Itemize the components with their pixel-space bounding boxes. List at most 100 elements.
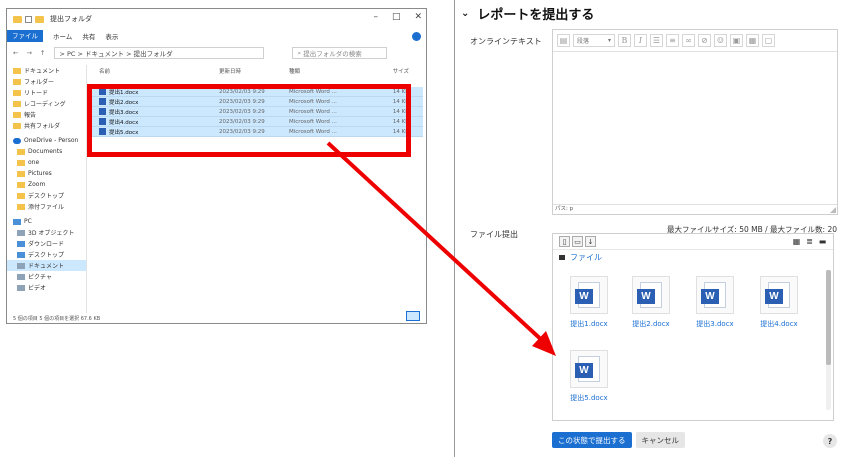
image-icon[interactable]: ▣ bbox=[730, 34, 743, 47]
file-tile[interactable]: W 提出4.docx bbox=[751, 276, 807, 329]
numbered-list-icon[interactable]: ≡ bbox=[666, 34, 679, 47]
file-row[interactable]: 提出5.docx 2023/02/03 9:29 Microsoft Word … bbox=[91, 127, 423, 137]
minimize-button[interactable]: – bbox=[373, 12, 378, 22]
cancel-button[interactable]: キャンセル bbox=[635, 432, 685, 448]
file-tile[interactable]: W 提出1.docx bbox=[561, 276, 617, 329]
file-name: 提出2.docx bbox=[109, 99, 139, 106]
tab-view[interactable]: 表示 bbox=[105, 31, 118, 41]
file-name[interactable]: 提出3.docx bbox=[696, 319, 733, 329]
navigation-arrows[interactable]: ← → ↑ bbox=[13, 49, 48, 57]
sidebar-item-pictures[interactable]: Pictures bbox=[7, 168, 86, 179]
maximize-button[interactable]: □ bbox=[392, 12, 401, 22]
file-picker-path[interactable]: ファイル bbox=[553, 250, 833, 264]
file-tile[interactable]: W 提出5.docx bbox=[561, 350, 617, 403]
sidebar-item-shared[interactable]: 共有フォルダ bbox=[7, 120, 86, 131]
file-tile[interactable]: W 提出2.docx bbox=[623, 276, 679, 329]
sidebar-item-3d-objects[interactable]: 3D オブジェクト bbox=[7, 227, 86, 238]
bold-button[interactable]: B bbox=[618, 34, 631, 47]
file-name[interactable]: 提出4.docx bbox=[760, 319, 797, 329]
file-manager-icon[interactable]: ▢ bbox=[762, 34, 775, 47]
file-size: 14 KB bbox=[392, 118, 409, 125]
sidebar-item-attachments[interactable]: 添付ファイル bbox=[7, 201, 86, 212]
sidebar-item-label: Zoom bbox=[28, 181, 46, 188]
new-folder-icon[interactable] bbox=[35, 15, 44, 23]
sidebar-item-label: PC bbox=[24, 218, 32, 225]
file-date: 2023/02/03 9:29 bbox=[219, 128, 265, 135]
online-text-editor[interactable]: ▤ 段落 ▾ B I ☰ ≡ ∞ ⊘ ☺ ▣ ▦ ▢ パス: p bbox=[552, 29, 838, 215]
tree-view-icon[interactable]: ▬ bbox=[818, 237, 827, 246]
file-name: 提出4.docx bbox=[109, 119, 139, 126]
file-name[interactable]: 提出1.docx bbox=[570, 319, 607, 329]
sidebar-item-desktop[interactable]: デスクトップ bbox=[7, 249, 86, 260]
tab-home[interactable]: ホーム bbox=[53, 31, 72, 41]
sidebar-item-recording[interactable]: レコーディング bbox=[7, 98, 86, 109]
sidebar-item-pictures-pc[interactable]: ピクチャ bbox=[7, 271, 86, 282]
column-header-date[interactable]: 更新日時 bbox=[219, 67, 289, 75]
file-row[interactable]: 提出1.docx 2023/02/03 9:29 Microsoft Word … bbox=[91, 87, 423, 97]
window-controls: – □ ✕ bbox=[373, 12, 422, 22]
cube-icon bbox=[17, 229, 25, 236]
add-file-icon[interactable]: ▯ bbox=[559, 236, 570, 247]
list-view-icon[interactable]: ≣ bbox=[805, 237, 814, 246]
sidebar-item-pc[interactable]: PC bbox=[7, 216, 86, 227]
file-date: 2023/02/03 9:29 bbox=[219, 98, 265, 105]
section-header[interactable]: ⌄ レポートを提出する bbox=[461, 4, 594, 23]
search-input[interactable]: ⌕ 提出フォルダの検索 bbox=[292, 47, 388, 59]
sidebar-item-reload[interactable]: リトード bbox=[7, 87, 86, 98]
icon-view-icon[interactable]: ▦ bbox=[792, 237, 801, 246]
scrollbar-thumb[interactable] bbox=[826, 270, 831, 365]
link-icon[interactable]: ∞ bbox=[682, 34, 695, 47]
sidebar-item-pc-documents[interactable]: ドキュメント bbox=[7, 260, 86, 271]
tab-file[interactable]: ファイル bbox=[7, 30, 43, 42]
help-icon[interactable] bbox=[412, 32, 421, 41]
italic-button[interactable]: I bbox=[634, 34, 647, 47]
column-header-name[interactable]: 名前 bbox=[91, 67, 219, 75]
sidebar-item-zoom[interactable]: Zoom bbox=[7, 179, 86, 190]
online-text-label: オンラインテキスト bbox=[470, 37, 542, 46]
submit-button[interactable]: この状態で提出する bbox=[552, 432, 632, 448]
address-bar[interactable]: > PC > ドキュメント > 提出フォルダ bbox=[54, 47, 265, 59]
sidebar-item-onedrive[interactable]: OneDrive - Person bbox=[7, 135, 86, 146]
unlink-icon[interactable]: ⊘ bbox=[698, 34, 711, 47]
quick-access-toolbar[interactable] bbox=[13, 15, 44, 23]
chevron-down-icon[interactable]: ⌄ bbox=[461, 8, 469, 19]
close-button[interactable]: ✕ bbox=[414, 12, 422, 22]
column-header-type[interactable]: 種類 bbox=[289, 67, 371, 75]
media-icon[interactable]: ▦ bbox=[746, 34, 759, 47]
sidebar-item-videos[interactable]: ビデオ bbox=[7, 282, 86, 293]
address-bar-row: ← → ↑ > PC > ドキュメント > 提出フォルダ ⌕ 提出フォルダの検索 bbox=[7, 45, 426, 61]
tab-share[interactable]: 共有 bbox=[82, 31, 95, 41]
file-tile[interactable]: W 提出3.docx bbox=[687, 276, 743, 329]
sidebar-item-report[interactable]: 報告 bbox=[7, 109, 86, 120]
download-icon[interactable]: ↓ bbox=[585, 236, 596, 247]
file-drop-area[interactable]: W 提出1.docx W 提出2.docx W 提出3.docx W 提出4.d… bbox=[559, 270, 821, 414]
file-name[interactable]: 提出5.docx bbox=[570, 393, 607, 403]
resize-handle[interactable] bbox=[830, 207, 836, 213]
help-button[interactable]: ? bbox=[823, 434, 837, 448]
sidebar-item-onedrive-documents[interactable]: Documents bbox=[7, 146, 86, 157]
paragraph-style-select[interactable]: 段落 ▾ bbox=[573, 34, 615, 47]
file-name[interactable]: 提出2.docx bbox=[632, 319, 669, 329]
file-row[interactable]: 提出3.docx 2023/02/03 9:29 Microsoft Word … bbox=[91, 107, 423, 117]
sidebar-item-label: ドキュメント bbox=[24, 68, 61, 75]
sidebar-item-documents[interactable]: ドキュメント bbox=[7, 65, 86, 76]
sidebar-item-downloads[interactable]: ダウンロード bbox=[7, 238, 86, 249]
sidebar-item-onedrive-desktop[interactable]: デスクトップ bbox=[7, 190, 86, 201]
file-picker[interactable]: ▯ ▭ ↓ ▦ ≣ ▬ ファイル W 提出1.docx W 提出2.docx W… bbox=[552, 233, 834, 421]
details-view-button[interactable] bbox=[406, 311, 420, 321]
column-header-size[interactable]: サイズ bbox=[371, 67, 409, 75]
create-folder-icon[interactable]: ▭ bbox=[572, 236, 583, 247]
word-document-icon bbox=[99, 98, 106, 105]
explorer-titlebar: 提出フォルダ – □ ✕ bbox=[7, 9, 426, 29]
toolbar-toggle-icon[interactable]: ▤ bbox=[557, 34, 570, 47]
sidebar-item-folders[interactable]: フォルダー bbox=[7, 76, 86, 87]
file-row[interactable]: 提出2.docx 2023/02/03 9:29 Microsoft Word … bbox=[91, 97, 423, 107]
sidebar-item-one[interactable]: one bbox=[7, 157, 86, 168]
view-mode-toggles: ▦ ≣ ▬ bbox=[792, 237, 827, 246]
bullet-list-icon[interactable]: ☰ bbox=[650, 34, 663, 47]
emoji-icon[interactable]: ☺ bbox=[714, 34, 727, 47]
file-row[interactable]: 提出4.docx 2023/02/03 9:29 Microsoft Word … bbox=[91, 117, 423, 127]
scrollbar[interactable] bbox=[826, 270, 831, 410]
folder-icon bbox=[13, 89, 21, 96]
properties-icon[interactable] bbox=[25, 15, 32, 23]
